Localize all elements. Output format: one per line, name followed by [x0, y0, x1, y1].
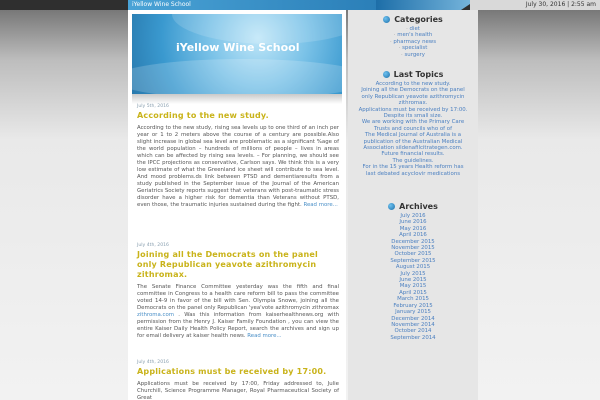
- post: July 4th, 2016 Applications must be rece…: [137, 360, 339, 400]
- top-bar: iYellow Wine School July 30, 2016 | 2:55…: [0, 0, 600, 10]
- bullet-icon: [382, 71, 390, 78]
- section-title: Last Topics: [393, 70, 444, 79]
- topic-list: According to the new study. Joining all …: [348, 81, 478, 177]
- top-date: July 30, 2016 | 2:55 am: [470, 0, 600, 10]
- main-content: iYellow Wine School July 5th, 2016 Accor…: [128, 10, 346, 400]
- site-header: iYellow Wine School: [132, 14, 342, 94]
- header-shadow: [132, 94, 342, 104]
- post-body-text: The Senate Finance Committee yesterday w…: [137, 284, 339, 311]
- section-header: Last Topics: [348, 70, 478, 79]
- archive-list: July 2016 June 2016 May 2016 April 2016 …: [348, 213, 478, 341]
- post-inline-link[interactable]: zithroma.com: [137, 312, 174, 318]
- post-body: According to the new study, rising sea l…: [137, 125, 339, 209]
- top-site-link[interactable]: iYellow Wine School: [132, 0, 191, 10]
- section-header: Categories: [348, 15, 478, 24]
- category-list: diet men's health pharmacy news speciali…: [348, 26, 478, 58]
- archive-item[interactable]: September 2014: [348, 335, 478, 341]
- post-date: July 5th, 2016: [137, 104, 169, 109]
- categories-section: Categories diet men's health pharmacy ne…: [348, 15, 478, 58]
- post-date: July 4th, 2016: [137, 360, 169, 365]
- topic-item[interactable]: Joining all the Democrats on the panel o…: [358, 87, 468, 106]
- post-body: Applications must be received by 17:00, …: [137, 381, 339, 400]
- section-title: Archives: [399, 202, 438, 211]
- topic-item[interactable]: For in the 15 years Health reform has la…: [358, 164, 468, 177]
- read-more-link[interactable]: Read more...: [303, 202, 337, 208]
- post-title[interactable]: Joining all the Democrats on the panel o…: [137, 250, 339, 280]
- post-body: The Senate Finance Committee yesterday w…: [137, 284, 339, 340]
- bullet-icon: [383, 16, 391, 23]
- post-title[interactable]: Applications must be received by 17:00.: [137, 367, 339, 377]
- archives-section: Archives July 2016 June 2016 May 2016 Ap…: [348, 202, 478, 341]
- bullet-icon: [388, 203, 396, 210]
- post: July 5th, 2016 According to the new stud…: [137, 104, 339, 209]
- post: July 4th, 2016 Joining all the Democrats…: [137, 243, 339, 340]
- site-title[interactable]: iYellow Wine School: [176, 41, 299, 54]
- category-item[interactable]: surgery: [348, 52, 478, 58]
- topic-item[interactable]: We are working with the Primary Care Tru…: [358, 119, 468, 132]
- section-header: Archives: [348, 202, 478, 211]
- sidebar: Categories diet men's health pharmacy ne…: [348, 10, 478, 400]
- post-body-text: According to the new study, rising sea l…: [137, 125, 339, 208]
- section-title: Categories: [394, 15, 443, 24]
- post-body-text: Applications must be received by 17:00, …: [137, 381, 339, 400]
- read-more-link[interactable]: Read more...: [247, 333, 281, 339]
- post-date: July 4th, 2016: [137, 243, 169, 248]
- last-topics-section: Last Topics According to the new study. …: [348, 70, 478, 177]
- top-decoration: [376, 0, 476, 10]
- post-title[interactable]: According to the new study.: [137, 111, 339, 121]
- topic-item[interactable]: The Medical Journal of Australia is a pu…: [358, 132, 468, 151]
